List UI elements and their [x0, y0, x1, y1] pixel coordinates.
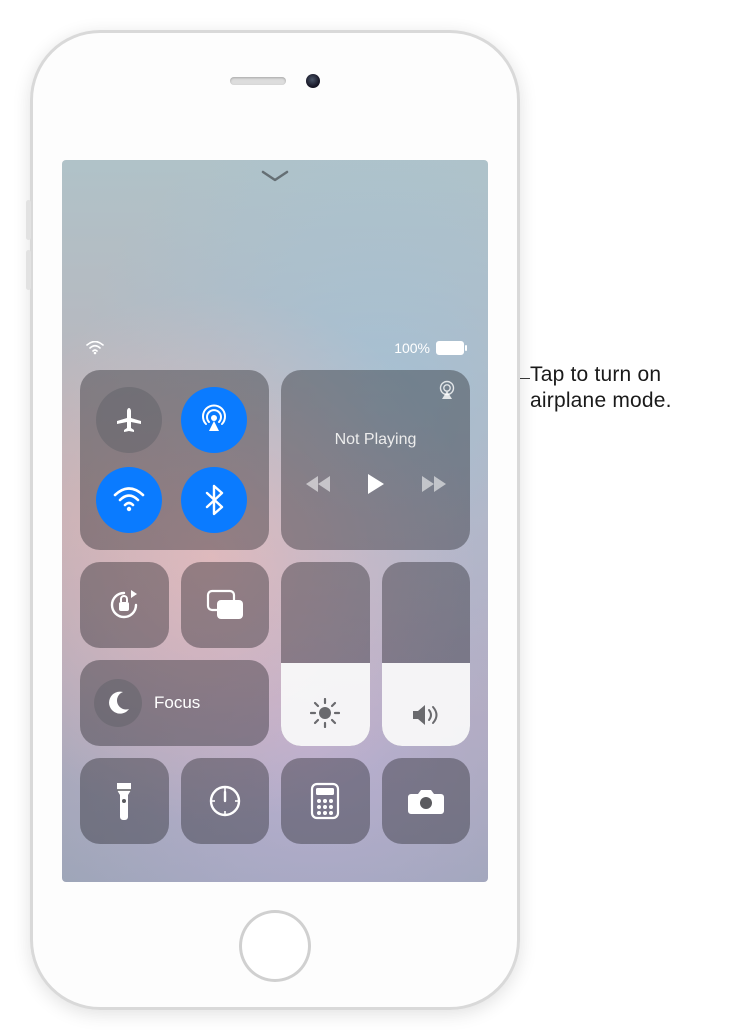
airdrop-icon — [197, 403, 231, 437]
camera-button[interactable] — [382, 758, 471, 844]
connectivity-module[interactable] — [80, 370, 269, 550]
wifi-status-icon — [86, 341, 104, 355]
play-button[interactable] — [366, 473, 386, 495]
moon-icon — [94, 679, 142, 727]
media-title: Not Playing — [335, 431, 417, 449]
callout-text: Tap to turn on airplane mode. — [530, 362, 720, 415]
device-sensors — [230, 74, 320, 88]
focus-label: Focus — [154, 693, 200, 713]
device-frame: 100% — [30, 30, 520, 1010]
volume-up-hw — [26, 200, 31, 240]
control-center: Not Playing Focus — [80, 370, 470, 844]
brightness-slider[interactable] — [281, 562, 370, 746]
dismiss-chevron-icon[interactable] — [261, 168, 289, 184]
flashlight-icon — [113, 781, 135, 821]
prev-track-button[interactable] — [306, 475, 332, 493]
bluetooth-toggle[interactable] — [181, 467, 247, 533]
screen: 100% — [62, 160, 488, 882]
screen-mirroring-button[interactable] — [181, 562, 270, 648]
media-module[interactable]: Not Playing — [281, 370, 470, 550]
battery-icon — [436, 341, 464, 355]
status-bar: 100% — [62, 340, 488, 356]
wifi-toggle[interactable] — [96, 467, 162, 533]
flashlight-button[interactable] — [80, 758, 169, 844]
orientation-lock-button[interactable] — [80, 562, 169, 648]
timer-button[interactable] — [181, 758, 270, 844]
airdrop-toggle[interactable] — [181, 387, 247, 453]
speaker-grille — [230, 77, 286, 85]
front-camera — [306, 74, 320, 88]
volume-down-hw — [26, 250, 31, 290]
camera-icon — [406, 786, 446, 816]
airplane-icon — [113, 404, 145, 436]
screen-mirror-icon — [204, 588, 246, 622]
calculator-icon — [310, 782, 340, 820]
airplane-mode-toggle[interactable] — [96, 387, 162, 453]
volume-icon — [410, 702, 442, 728]
orientation-lock-icon — [104, 585, 144, 625]
bluetooth-icon — [204, 484, 224, 516]
battery-percent: 100% — [394, 340, 430, 356]
next-track-button[interactable] — [420, 475, 446, 493]
wifi-icon — [113, 487, 145, 513]
airplay-icon[interactable] — [436, 380, 458, 400]
timer-icon — [207, 783, 243, 819]
calculator-button[interactable] — [281, 758, 370, 844]
focus-button[interactable]: Focus — [80, 660, 269, 746]
brightness-icon — [310, 698, 340, 728]
volume-slider[interactable] — [382, 562, 471, 746]
home-button-hw — [239, 910, 311, 982]
